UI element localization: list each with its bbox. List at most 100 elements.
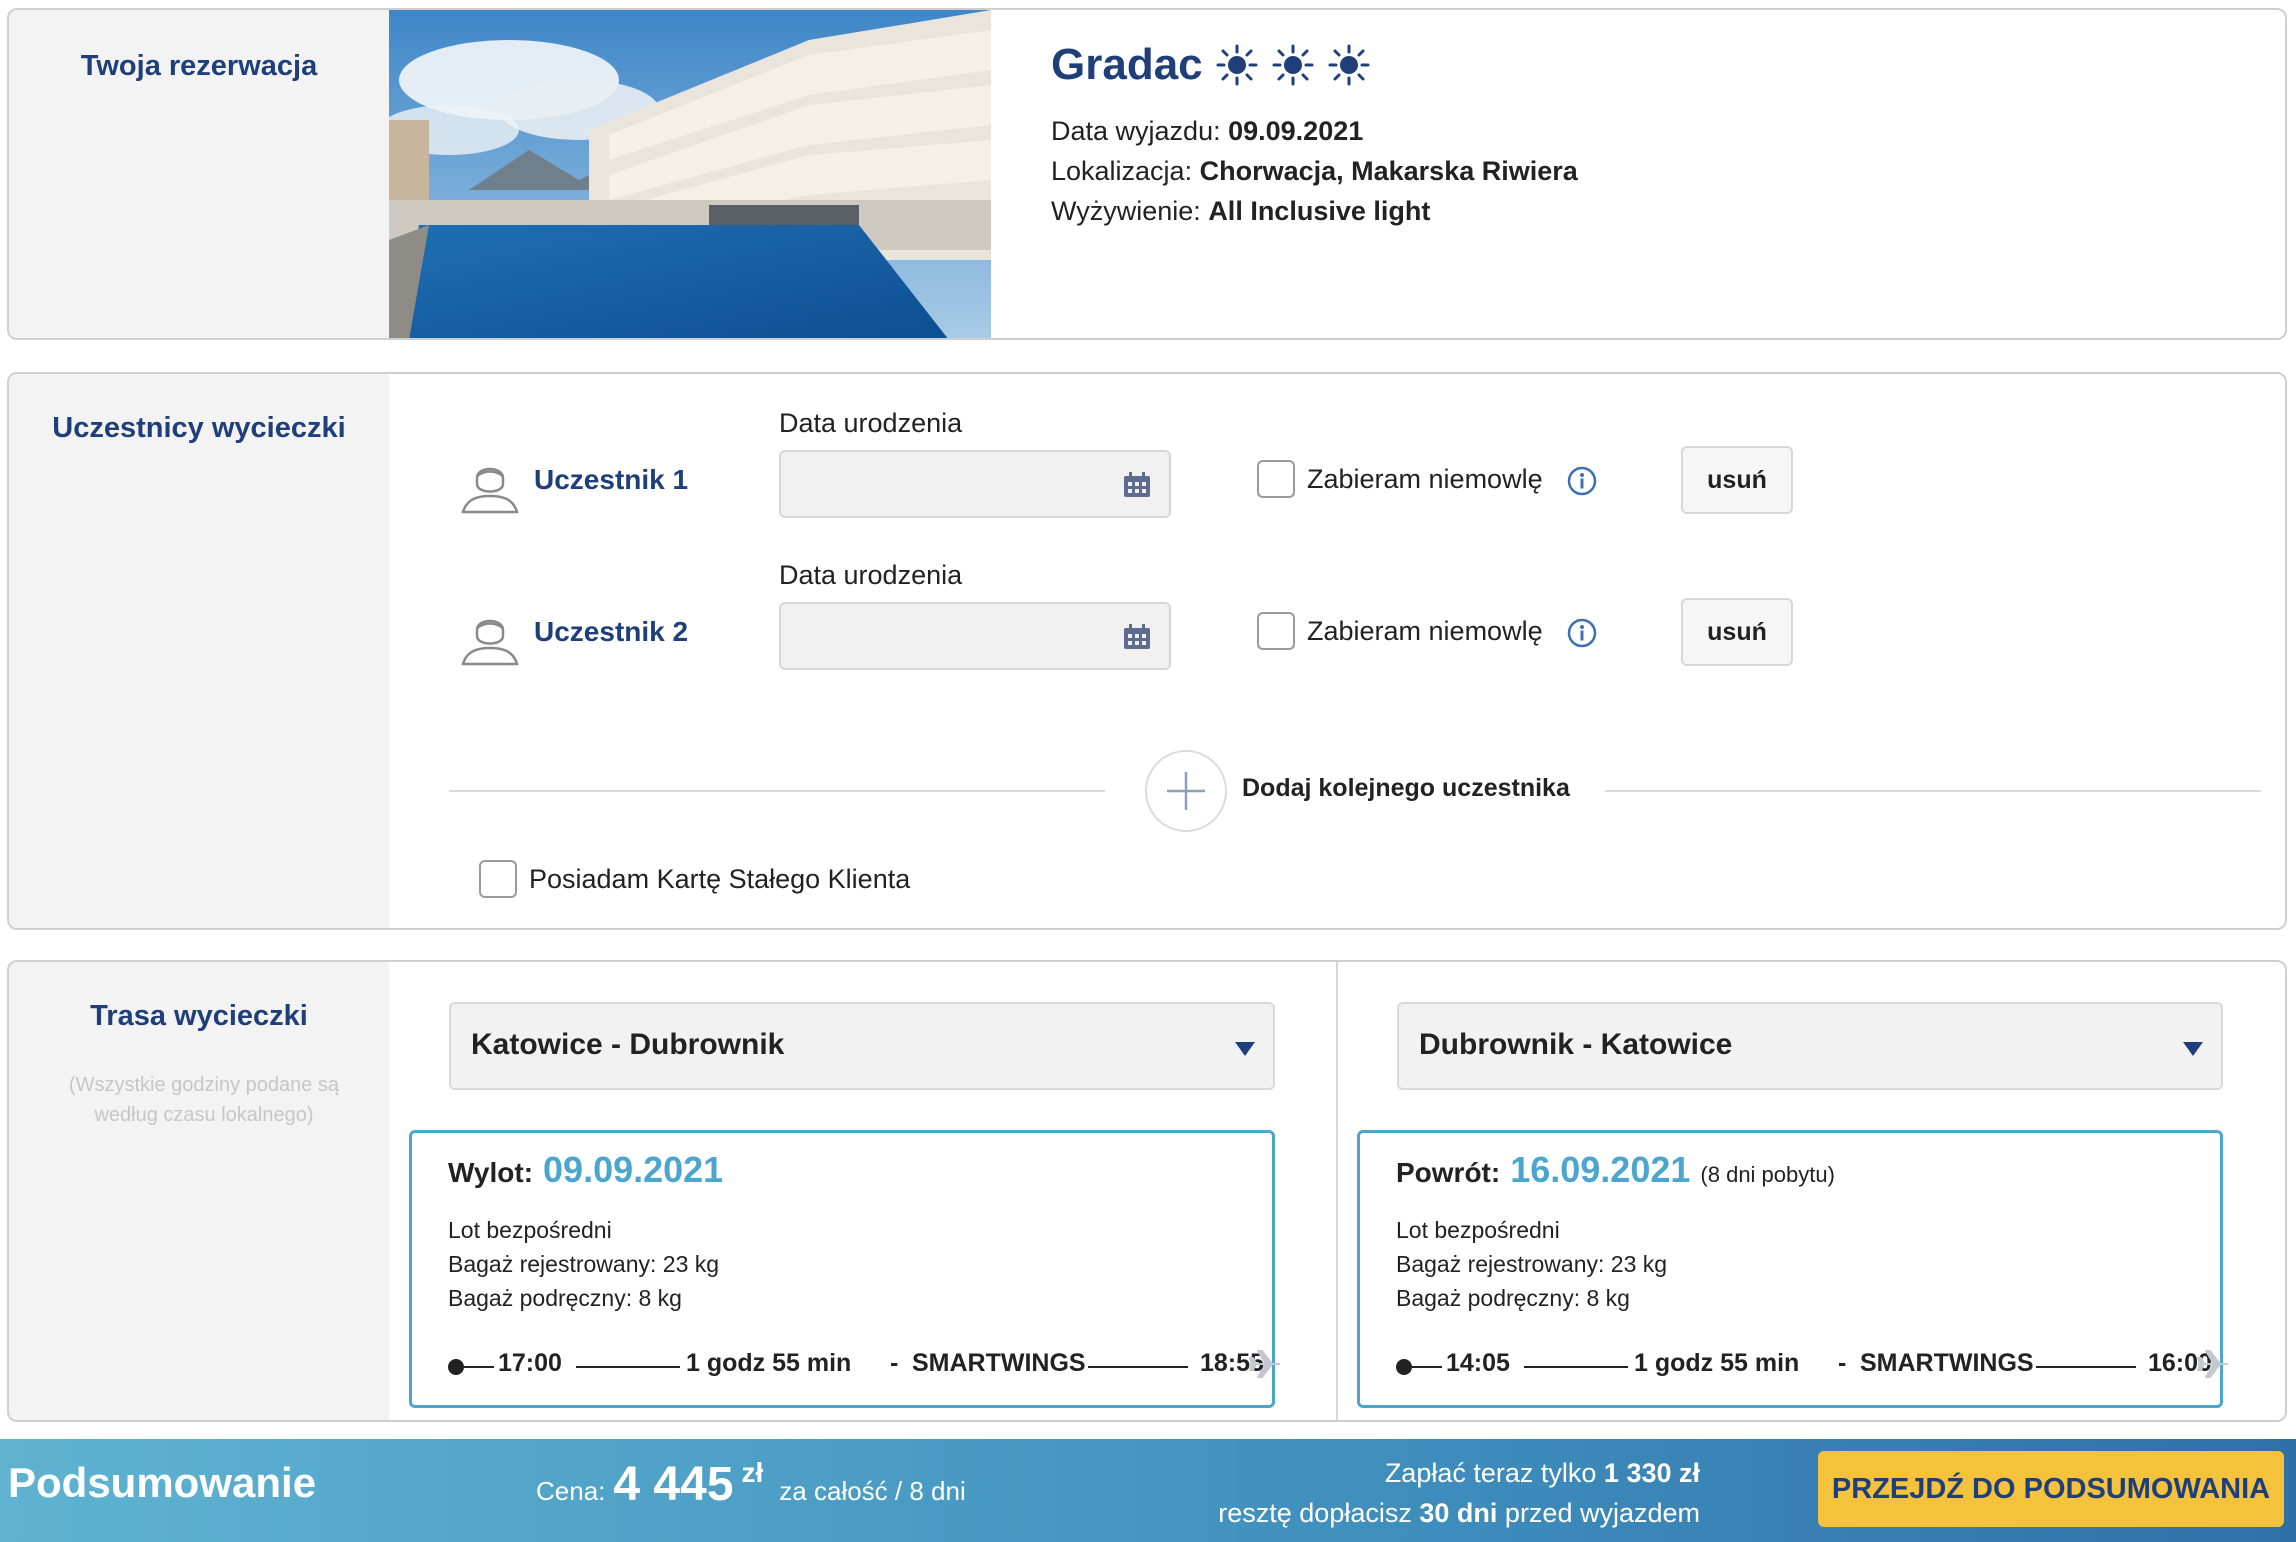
outbound-head-label: Wylot: [448, 1157, 534, 1188]
inbound-stay-length: (8 dni pobytu) [1700, 1162, 1835, 1187]
local-time-note: (Wszystkie godziny podane są według czas… [68, 1074, 340, 1126]
pay-now-value: 1 330 zł [1603, 1458, 1700, 1488]
outbound-date: 09.09.2021 [543, 1149, 724, 1190]
inbound-timeline: 14:05 1 godz 55 min - SMARTWINGS 16:00 [1396, 1345, 2228, 1385]
outbound-separator: - [890, 1349, 899, 1377]
participant-1-infant-checkbox[interactable] [1257, 460, 1295, 498]
board-line: Wyżywienie: All Inclusive light [1051, 196, 1430, 227]
sun-icon [1216, 44, 1258, 86]
rest-value: 30 dni [1419, 1498, 1498, 1528]
price-label: Cena: [536, 1476, 606, 1506]
inbound-separator: - [1838, 1349, 1847, 1377]
timeline-segment [2036, 1366, 2136, 1368]
pay-now-line: Zapłać teraz tylko 1 330 zł [1218, 1453, 1700, 1493]
plus-icon [1167, 772, 1205, 810]
location-label: Lokalizacja: [1051, 156, 1193, 186]
go-to-summary-button[interactable]: PRZEJDŹ DO PODSUMOWANIA [1818, 1451, 2284, 1527]
inbound-checked-baggage: Bagaż rejestrowany: 23 kg [1396, 1251, 1668, 1277]
route-card: Trasa wycieczki (Wszystkie godziny podan… [7, 960, 2287, 1422]
price-currency: zł [741, 1457, 764, 1488]
participant-2-dob-input[interactable] [779, 602, 1171, 670]
outbound-carrier: SMARTWINGS [912, 1349, 1086, 1377]
info-icon[interactable] [1567, 466, 1597, 496]
chevron-down-icon [2183, 1042, 2203, 1056]
inbound-duration: 1 godz 55 min [1634, 1349, 1800, 1377]
hotel-photo [389, 10, 991, 338]
participant-1-dob-label: Data urodzenia [779, 408, 963, 438]
outbound-direct: Lot bezpośredni [448, 1217, 612, 1243]
timeline-segment [1524, 1366, 1628, 1368]
participant-1-infant-label: Zabieram niemowlę [1307, 464, 1543, 494]
participant-2-infant-label: Zabieram niemowlę [1307, 616, 1543, 646]
outbound-route-select[interactable]: Katowice - Dubrownik [449, 1002, 1275, 1090]
outbound-checked-baggage: Bagaż rejestrowany: 23 kg [448, 1251, 720, 1277]
outbound-timeline: 17:00 1 godz 55 min - SMARTWINGS 18:55 [448, 1345, 1280, 1385]
pay-now-prefix: Zapłać teraz tylko [1384, 1458, 1597, 1488]
summary-bar: Podsumowanie Cena: 4 445 zł za całość / … [0, 1439, 2296, 1542]
timeline-segment [1406, 1366, 1442, 1368]
inbound-cabin-baggage: Bagaż podręczny: 8 kg [1396, 1285, 1630, 1311]
route-section-title: Trasa wycieczki [90, 1000, 308, 1032]
departure-value: 09.09.2021 [1228, 116, 1364, 146]
plane-icon [2197, 1350, 2228, 1378]
timeline-segment [1088, 1366, 1188, 1368]
inbound-dep-time: 14:05 [1446, 1349, 1510, 1377]
board-label: Wyżywienie: [1051, 196, 1201, 226]
inbound-head: Powrót: 16.09.2021 (8 dni pobytu) [1396, 1149, 1835, 1191]
location-line: Lokalizacja: Chorwacja, Makarska Riwiera [1051, 156, 1578, 187]
payment-info: Zapłać teraz tylko 1 330 zł resztę dopła… [1218, 1453, 1700, 1533]
inbound-carrier: SMARTWINGS [1860, 1349, 2034, 1377]
price-value: 4 445 [613, 1458, 734, 1511]
outbound-head: Wylot: 09.09.2021 [448, 1149, 723, 1191]
outbound-dep-time: 17:00 [498, 1349, 562, 1377]
reservation-card: Twoja rezerwacja Gradac Data wyjazdu: 09… [7, 8, 2287, 340]
participants-card: Uczestnicy wycieczki Uczestnik 1 Data ur… [7, 372, 2287, 930]
loyalty-card-checkbox[interactable] [479, 860, 517, 898]
participant-2-dob-label: Data urodzenia [779, 560, 963, 590]
price-block: Cena: 4 445 zł za całość / 8 dni [536, 1457, 966, 1512]
participants-section-title: Uczestnicy wycieczki [52, 412, 346, 444]
plane-icon [1249, 1350, 1280, 1378]
hotel-name-text: Gradac [1051, 40, 1203, 89]
add-participant-label[interactable]: Dodaj kolejnego uczestnika [1242, 774, 1570, 803]
departure-label: Data wyjazdu: [1051, 116, 1221, 146]
hotel-name: Gradac [1051, 40, 1371, 90]
inbound-route-select[interactable]: Dubrownik - Katowice [1397, 1002, 2223, 1090]
outbound-flight-box: Wylot: 09.09.2021 Lot bezpośredni Bagaż … [409, 1130, 1280, 1408]
price-suffix: za całość / 8 dni [779, 1476, 966, 1506]
add-participant-button[interactable] [1145, 750, 1227, 832]
outbound-cabin-baggage: Bagaż podręczny: 8 kg [448, 1285, 682, 1311]
inbound-head-label: Powrót: [1396, 1157, 1501, 1188]
inbound-direct: Lot bezpośredni [1396, 1217, 1560, 1243]
hotel-rating [1215, 43, 1371, 87]
person-icon [461, 467, 519, 514]
divider [1605, 790, 2261, 792]
loyalty-card-label: Posiadam Kartę Stałego Klienta [529, 864, 911, 894]
rest-line: resztę dopłacisz 30 dni przed wyjazdem [1218, 1493, 1700, 1533]
timeline-segment [576, 1366, 680, 1368]
reservation-section-title: Twoja rezerwacja [80, 50, 318, 82]
participant-2-infant-checkbox[interactable] [1257, 612, 1295, 650]
location-value: Chorwacja, Makarska Riwiera [1199, 156, 1578, 186]
inbound-route-value: Dubrownik - Katowice [1419, 1028, 1733, 1061]
info-icon[interactable] [1567, 618, 1597, 648]
board-value: All Inclusive light [1208, 196, 1431, 226]
inbound-flight-box: Powrót: 16.09.2021 (8 dni pobytu) Lot be… [1357, 1130, 2228, 1408]
rest-suffix: przed wyjazdem [1504, 1498, 1700, 1528]
calendar-icon[interactable] [1123, 472, 1151, 498]
inbound-date: 16.09.2021 [1510, 1149, 1691, 1190]
chevron-down-icon [1235, 1042, 1255, 1056]
sun-icon [1272, 44, 1314, 86]
sun-icon [1328, 44, 1370, 86]
participant-1-remove-button[interactable]: usuń [1681, 446, 1793, 514]
rest-prefix: resztę dopłacisz [1218, 1498, 1412, 1528]
outbound-duration: 1 godz 55 min [686, 1349, 852, 1377]
participant-1-name: Uczestnik 1 [534, 464, 689, 495]
person-icon [461, 619, 519, 666]
participant-2-remove-button[interactable]: usuń [1681, 598, 1793, 666]
timeline-segment [458, 1366, 494, 1368]
participant-1-dob-input[interactable] [779, 450, 1171, 518]
calendar-icon[interactable] [1123, 624, 1151, 650]
divider [449, 790, 1105, 792]
summary-title: Podsumowanie [8, 1459, 317, 1506]
